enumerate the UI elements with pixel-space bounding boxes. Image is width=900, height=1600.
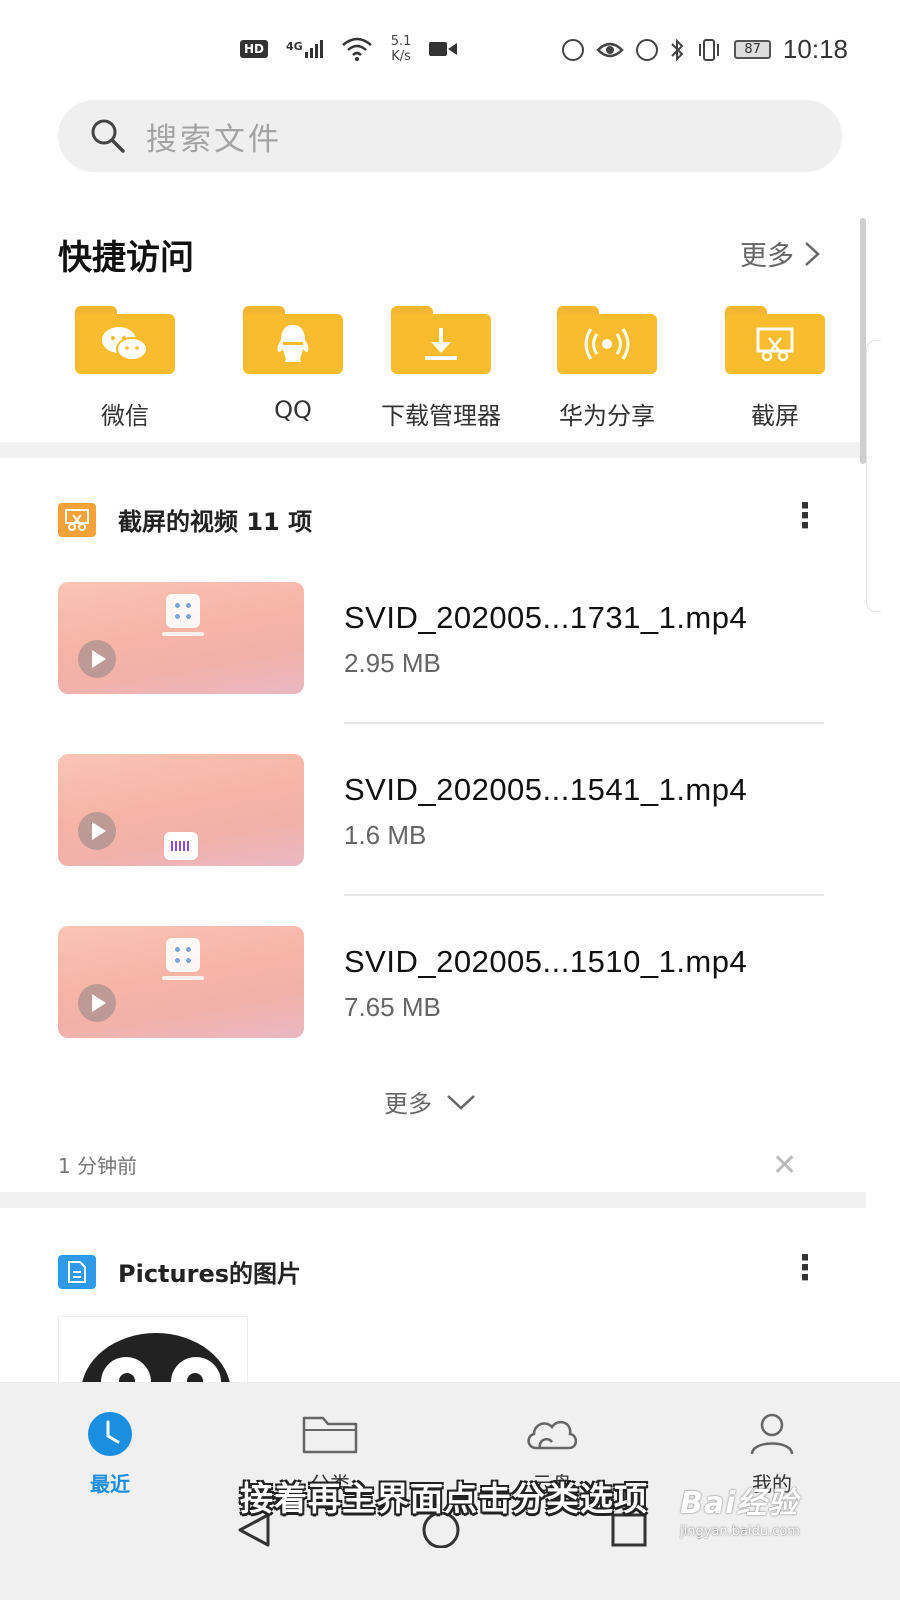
audio-wave-icon — [164, 832, 198, 860]
play-icon — [78, 640, 116, 678]
section-divider — [0, 442, 866, 458]
baidu-watermark: Bai经验 jingyan.baidu.com — [680, 1478, 800, 1539]
app-grid-icon — [166, 594, 200, 628]
nav-recent[interactable]: 最近 — [50, 1412, 170, 1497]
file-size: 1.6 MB — [344, 820, 427, 850]
row-divider — [344, 894, 824, 896]
video-thumbnail[interactable] — [58, 754, 304, 866]
status-bar: HD 4G 5.1 K/s 87 10:18 — [0, 0, 900, 100]
quick-access-label: 微信 — [101, 402, 149, 430]
video-more-label: 更多 — [384, 1090, 432, 1118]
wechat-icon — [102, 327, 148, 361]
quick-access-wechat[interactable]: 微信 — [40, 306, 210, 431]
file-name[interactable]: SVID_202005...1510_1.mp4 — [344, 944, 747, 980]
timestamp: 1 分钟前 — [58, 1154, 138, 1178]
close-icon[interactable]: ✕ — [772, 1148, 797, 1183]
video-section-menu-icon[interactable]: ⋮ — [788, 499, 822, 533]
quick-access-screenshot[interactable]: 截屏 — [690, 306, 860, 431]
document-icon — [58, 1254, 96, 1289]
eye-icon — [596, 42, 625, 57]
hd-badge: HD — [240, 40, 269, 58]
pictures-section-title: Pictures的图片 — [118, 1260, 301, 1288]
video-section-title: 截屏的视频 11 项 — [118, 508, 313, 536]
folder-icon — [75, 306, 175, 374]
qq-icon — [277, 325, 309, 362]
file-name[interactable]: SVID_202005...1541_1.mp4 — [344, 772, 747, 808]
row-divider — [344, 722, 824, 724]
quick-access-more-button[interactable]: 更多 — [740, 234, 820, 273]
signal-icon: 4G — [286, 40, 323, 58]
share-icon — [584, 328, 630, 360]
file-size: 7.65 MB — [344, 992, 441, 1022]
chevron-down-icon — [447, 1094, 475, 1110]
watermark-url: jingyan.baidu.com — [680, 1524, 800, 1539]
quick-access-label: 下载管理器 — [381, 402, 501, 430]
download-icon — [425, 328, 457, 360]
folder-icon — [725, 306, 825, 374]
wifi-icon — [341, 37, 372, 61]
watermark-logo: Bai经验 — [680, 1486, 799, 1521]
pictures-section-header: Pictures的图片 — [58, 1254, 301, 1289]
search-bar[interactable]: 搜索文件 — [58, 100, 842, 172]
quick-access-label: 截屏 — [751, 402, 799, 430]
pictures-section-menu-icon[interactable]: ⋮ — [788, 1251, 822, 1285]
section-divider — [0, 1192, 866, 1208]
video-more-button[interactable]: 更多 — [384, 1084, 476, 1119]
battery-indicator: 87 — [734, 40, 771, 59]
quick-access-download[interactable]: 下载管理器 — [356, 306, 526, 431]
quick-access-label: QQ — [274, 396, 312, 424]
quick-access-huawei-share[interactable]: 华为分享 — [522, 306, 692, 431]
chevron-right-icon — [805, 241, 820, 266]
quick-access-label: 华为分享 — [559, 402, 655, 430]
status-left: HD 4G 5.1 K/s — [240, 34, 458, 64]
play-icon — [78, 984, 116, 1022]
scissors-icon — [65, 508, 89, 531]
app-grid-icon — [166, 938, 200, 972]
edge-panel-handle[interactable] — [866, 340, 881, 612]
video-thumbnail[interactable] — [58, 582, 304, 694]
video-thumbnail[interactable] — [58, 926, 304, 1038]
quick-access-title: 快捷访问 — [58, 238, 194, 278]
folder-icon — [557, 306, 657, 374]
picture-thumbnail[interactable] — [58, 1316, 248, 1389]
file-size: 2.95 MB — [344, 648, 441, 678]
video-section-header: 截屏的视频 11 项 — [58, 502, 312, 537]
clock: 10:18 — [782, 34, 848, 64]
search-icon — [91, 119, 125, 153]
quick-access-more-label: 更多 — [740, 241, 794, 272]
folder-icon — [391, 306, 491, 374]
screenshot-folder-icon — [58, 502, 96, 537]
network-type: 4G — [286, 40, 303, 53]
file-name[interactable]: SVID_202005...1731_1.mp4 — [344, 600, 747, 636]
cloud-icon — [527, 1420, 578, 1450]
video-record-icon — [429, 42, 458, 56]
folder-icon — [302, 1416, 358, 1454]
data-saver-icon — [562, 38, 585, 61]
alarm-icon — [636, 38, 659, 61]
nav-label: 最近 — [90, 1472, 130, 1496]
clock-icon — [88, 1412, 132, 1456]
person-icon — [750, 1413, 794, 1455]
quick-access-qq[interactable]: QQ — [208, 306, 378, 424]
video-subtitle: 接着再主界面点击分类选项 — [240, 1479, 648, 1518]
play-icon — [78, 812, 116, 850]
search-placeholder: 搜索文件 — [146, 121, 282, 158]
bluetooth-icon — [671, 38, 684, 61]
status-right: 87 10:18 — [562, 34, 848, 65]
quick-access-row: 微信 QQ 下载管理器 华为分享 截屏 — [40, 306, 880, 436]
vibrate-icon — [699, 38, 720, 61]
folder-icon — [243, 306, 343, 374]
network-speed: 5.1 K/s — [390, 34, 412, 64]
screenshot-icon — [756, 327, 794, 362]
